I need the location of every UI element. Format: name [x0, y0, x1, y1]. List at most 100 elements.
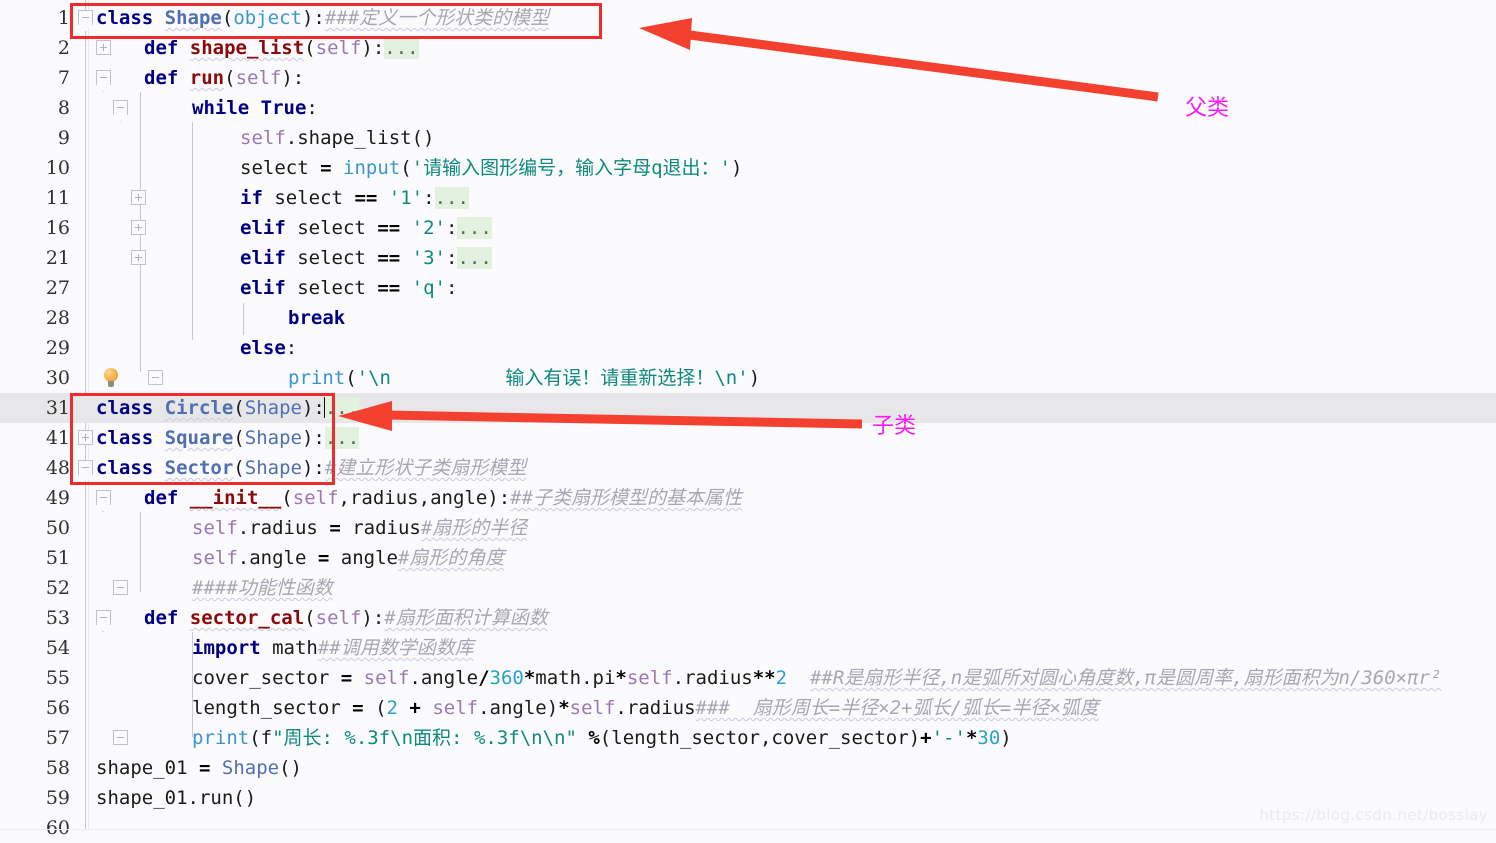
code-line-row[interactable]: 57 print(f"周长: %.3f\n面积: %.3f\n\n" %(leng…: [0, 723, 1496, 753]
operator-token: +: [920, 727, 932, 749]
code-text[interactable]: class Sector(Shape):#建立形状子类扇形模型: [96, 453, 526, 483]
code-token: class: [96, 427, 154, 449]
operator-token: *: [558, 697, 570, 719]
intention-bulb-icon[interactable]: [103, 368, 119, 388]
code-text[interactable]: print('\n 输入有误！请重新选择！\n'): [288, 363, 760, 393]
line-number: 60: [45, 817, 70, 839]
code-token: Shape: [244, 427, 302, 449]
line-number: 7: [57, 67, 70, 89]
line-number: 49: [45, 487, 70, 509]
code-token: def: [144, 67, 179, 89]
code-text[interactable]: class Shape(object):###定义一个形状类的模型: [96, 3, 549, 33]
code-line-row[interactable]: 10 select = input('请输入图形编号，输入字母q退出：'): [0, 153, 1496, 183]
code-text[interactable]: length_sector = (2 + self.angle)*self.ra…: [192, 693, 1099, 723]
code-line-row[interactable]: 48 class Sector(Shape):#建立形状子类扇形模型: [0, 453, 1496, 483]
code-line-row[interactable]: 52 ####功能性函数: [0, 573, 1496, 603]
code-line-row[interactable]: 58 shape_01 = Shape(): [0, 753, 1496, 783]
code-line-row[interactable]: 27 elif select == 'q':: [0, 273, 1496, 303]
code-line-row[interactable]: 56 length_sector = (2 + self.angle)*self.…: [0, 693, 1496, 723]
code-line-row[interactable]: 1 class Shape(object):###定义一个形状类的模型: [0, 3, 1496, 33]
code-line-row[interactable]: 28 break: [0, 303, 1496, 333]
code-token: True: [260, 97, 307, 119]
code-token: shape_list: [189, 37, 305, 59]
code-text[interactable]: break: [288, 303, 345, 333]
line-number: 2: [57, 37, 70, 59]
code-line-row[interactable]: 9 self.shape_list(): [0, 123, 1496, 153]
operator-token: =: [340, 667, 353, 689]
code-line-row[interactable]: 21 elif select == '3':...: [0, 243, 1496, 273]
code-token: elif: [240, 277, 286, 299]
code-text[interactable]: self.angle = angle#扇形的角度: [192, 543, 504, 573]
code-text[interactable]: select = input('请输入图形编号，输入字母q退出：'): [240, 153, 742, 183]
code-line-row[interactable]: 41 class Square(Shape):...: [0, 423, 1496, 453]
code-text[interactable]: elif select == 'q':: [240, 273, 457, 303]
code-editor[interactable]: 1 class Shape(object):###定义一个形状类的模型 2 def s…: [0, 0, 1496, 839]
code-text[interactable]: ####功能性函数: [192, 573, 333, 603]
code-text[interactable]: def sector_cal(self):#扇形面积计算函数: [144, 603, 548, 633]
code-text[interactable]: def __init__(self,radius,angle):##子类扇形模型…: [144, 483, 742, 513]
folded-code-ellipsis[interactable]: ...: [324, 427, 360, 449]
code-text[interactable]: shape_01 = Shape(): [96, 753, 302, 783]
code-text[interactable]: while True:: [192, 93, 318, 123]
code-line-row[interactable]: 29 else:: [0, 333, 1496, 363]
code-text[interactable]: def run(self):: [144, 63, 304, 93]
operator-token: **: [752, 667, 776, 689]
folded-code-ellipsis[interactable]: ...: [324, 397, 360, 419]
code-text[interactable]: class Circle(Shape):...: [96, 393, 360, 423]
code-line-row[interactable]: 16 elif select == '2':...: [0, 213, 1496, 243]
code-line-row[interactable]: 51 self.angle = angle#扇形的角度: [0, 543, 1496, 573]
folded-code-ellipsis[interactable]: ...: [434, 187, 469, 209]
code-text[interactable]: cover_sector = self.angle/360*math.pi*se…: [192, 663, 1441, 693]
code-line-row[interactable]: 11 if select == '1':...: [0, 183, 1496, 213]
comment-token: ##调用数学函数库: [317, 637, 474, 659]
folded-code-ellipsis[interactable]: ...: [457, 217, 492, 239]
code-token: print: [288, 367, 346, 389]
line-number: 48: [45, 457, 70, 479]
line-number: 27: [45, 277, 70, 299]
annotation-label: 子类: [872, 414, 917, 439]
code-text[interactable]: self.radius = radius#扇形的半径: [192, 513, 527, 543]
line-number: 31: [45, 397, 70, 419]
code-token: Square: [164, 427, 234, 449]
code-text[interactable]: else:: [240, 333, 297, 363]
code-token: Shape: [164, 7, 222, 29]
operator-token: =: [329, 517, 341, 539]
folded-code-ellipsis[interactable]: ...: [457, 247, 492, 269]
code-text[interactable]: if select == '1':...: [240, 183, 469, 213]
code-line-row[interactable]: 8 while True:: [0, 93, 1496, 123]
code-line-row[interactable]: 55 cover_sector = self.angle/360*math.pi*…: [0, 663, 1496, 693]
code-token: def: [144, 37, 179, 59]
code-text[interactable]: print(f"周长: %.3f\n面积: %.3f\n\n" %(length…: [192, 723, 1012, 753]
operator-token: /: [478, 667, 490, 689]
code-line-row[interactable]: 2 def shape_list(self):...: [0, 33, 1496, 63]
code-text[interactable]: import math##调用数学函数库: [192, 633, 474, 663]
comment-token: ##R是扇形半径,n是弧所对圆心角度数,π是圆周率,扇形面积为n/360×πr²: [809, 667, 1442, 689]
code-token: self: [432, 697, 479, 719]
code-token: select: [297, 217, 366, 239]
folded-code-ellipsis[interactable]: ...: [384, 37, 419, 59]
code-line-row[interactable]: 31 class Circle(Shape):...: [0, 393, 1496, 423]
code-line-row[interactable]: 7 def run(self):: [0, 63, 1496, 93]
code-token: class: [96, 457, 154, 479]
code-text[interactable]: elif select == '2':...: [240, 213, 492, 243]
code-text[interactable]: class Square(Shape):...: [96, 423, 360, 453]
operator-token: %: [588, 727, 600, 749]
code-token: radius: [349, 487, 419, 509]
code-token: length_sector: [192, 697, 341, 719]
code-line-row[interactable]: 53 def sector_cal(self):#扇形面积计算函数: [0, 603, 1496, 633]
number-token: 30: [977, 727, 1001, 749]
code-line-row[interactable]: 54 import math##调用数学函数库: [0, 633, 1496, 663]
annotation-label: 父类: [1185, 96, 1230, 121]
comment-token: ###定义一个形状类的模型: [324, 7, 550, 29]
code-token: self: [192, 517, 238, 539]
code-line-row[interactable]: 30 print('\n 输入有误！请重新选择！\n'): [0, 363, 1496, 393]
line-number: 55: [45, 667, 70, 689]
code-text[interactable]: def shape_list(self):...: [144, 33, 419, 63]
operator-token: *: [615, 667, 627, 689]
string-token: '3': [411, 247, 446, 269]
code-line-row[interactable]: 50 self.radius = radius#扇形的半径: [0, 513, 1496, 543]
code-text[interactable]: self.shape_list(): [240, 123, 435, 153]
code-text[interactable]: elif select == '3':...: [240, 243, 492, 273]
code-text[interactable]: shape_01.run(): [96, 783, 256, 813]
code-line-row[interactable]: 49 def __init__(self,radius,angle):##子类扇形…: [0, 483, 1496, 513]
